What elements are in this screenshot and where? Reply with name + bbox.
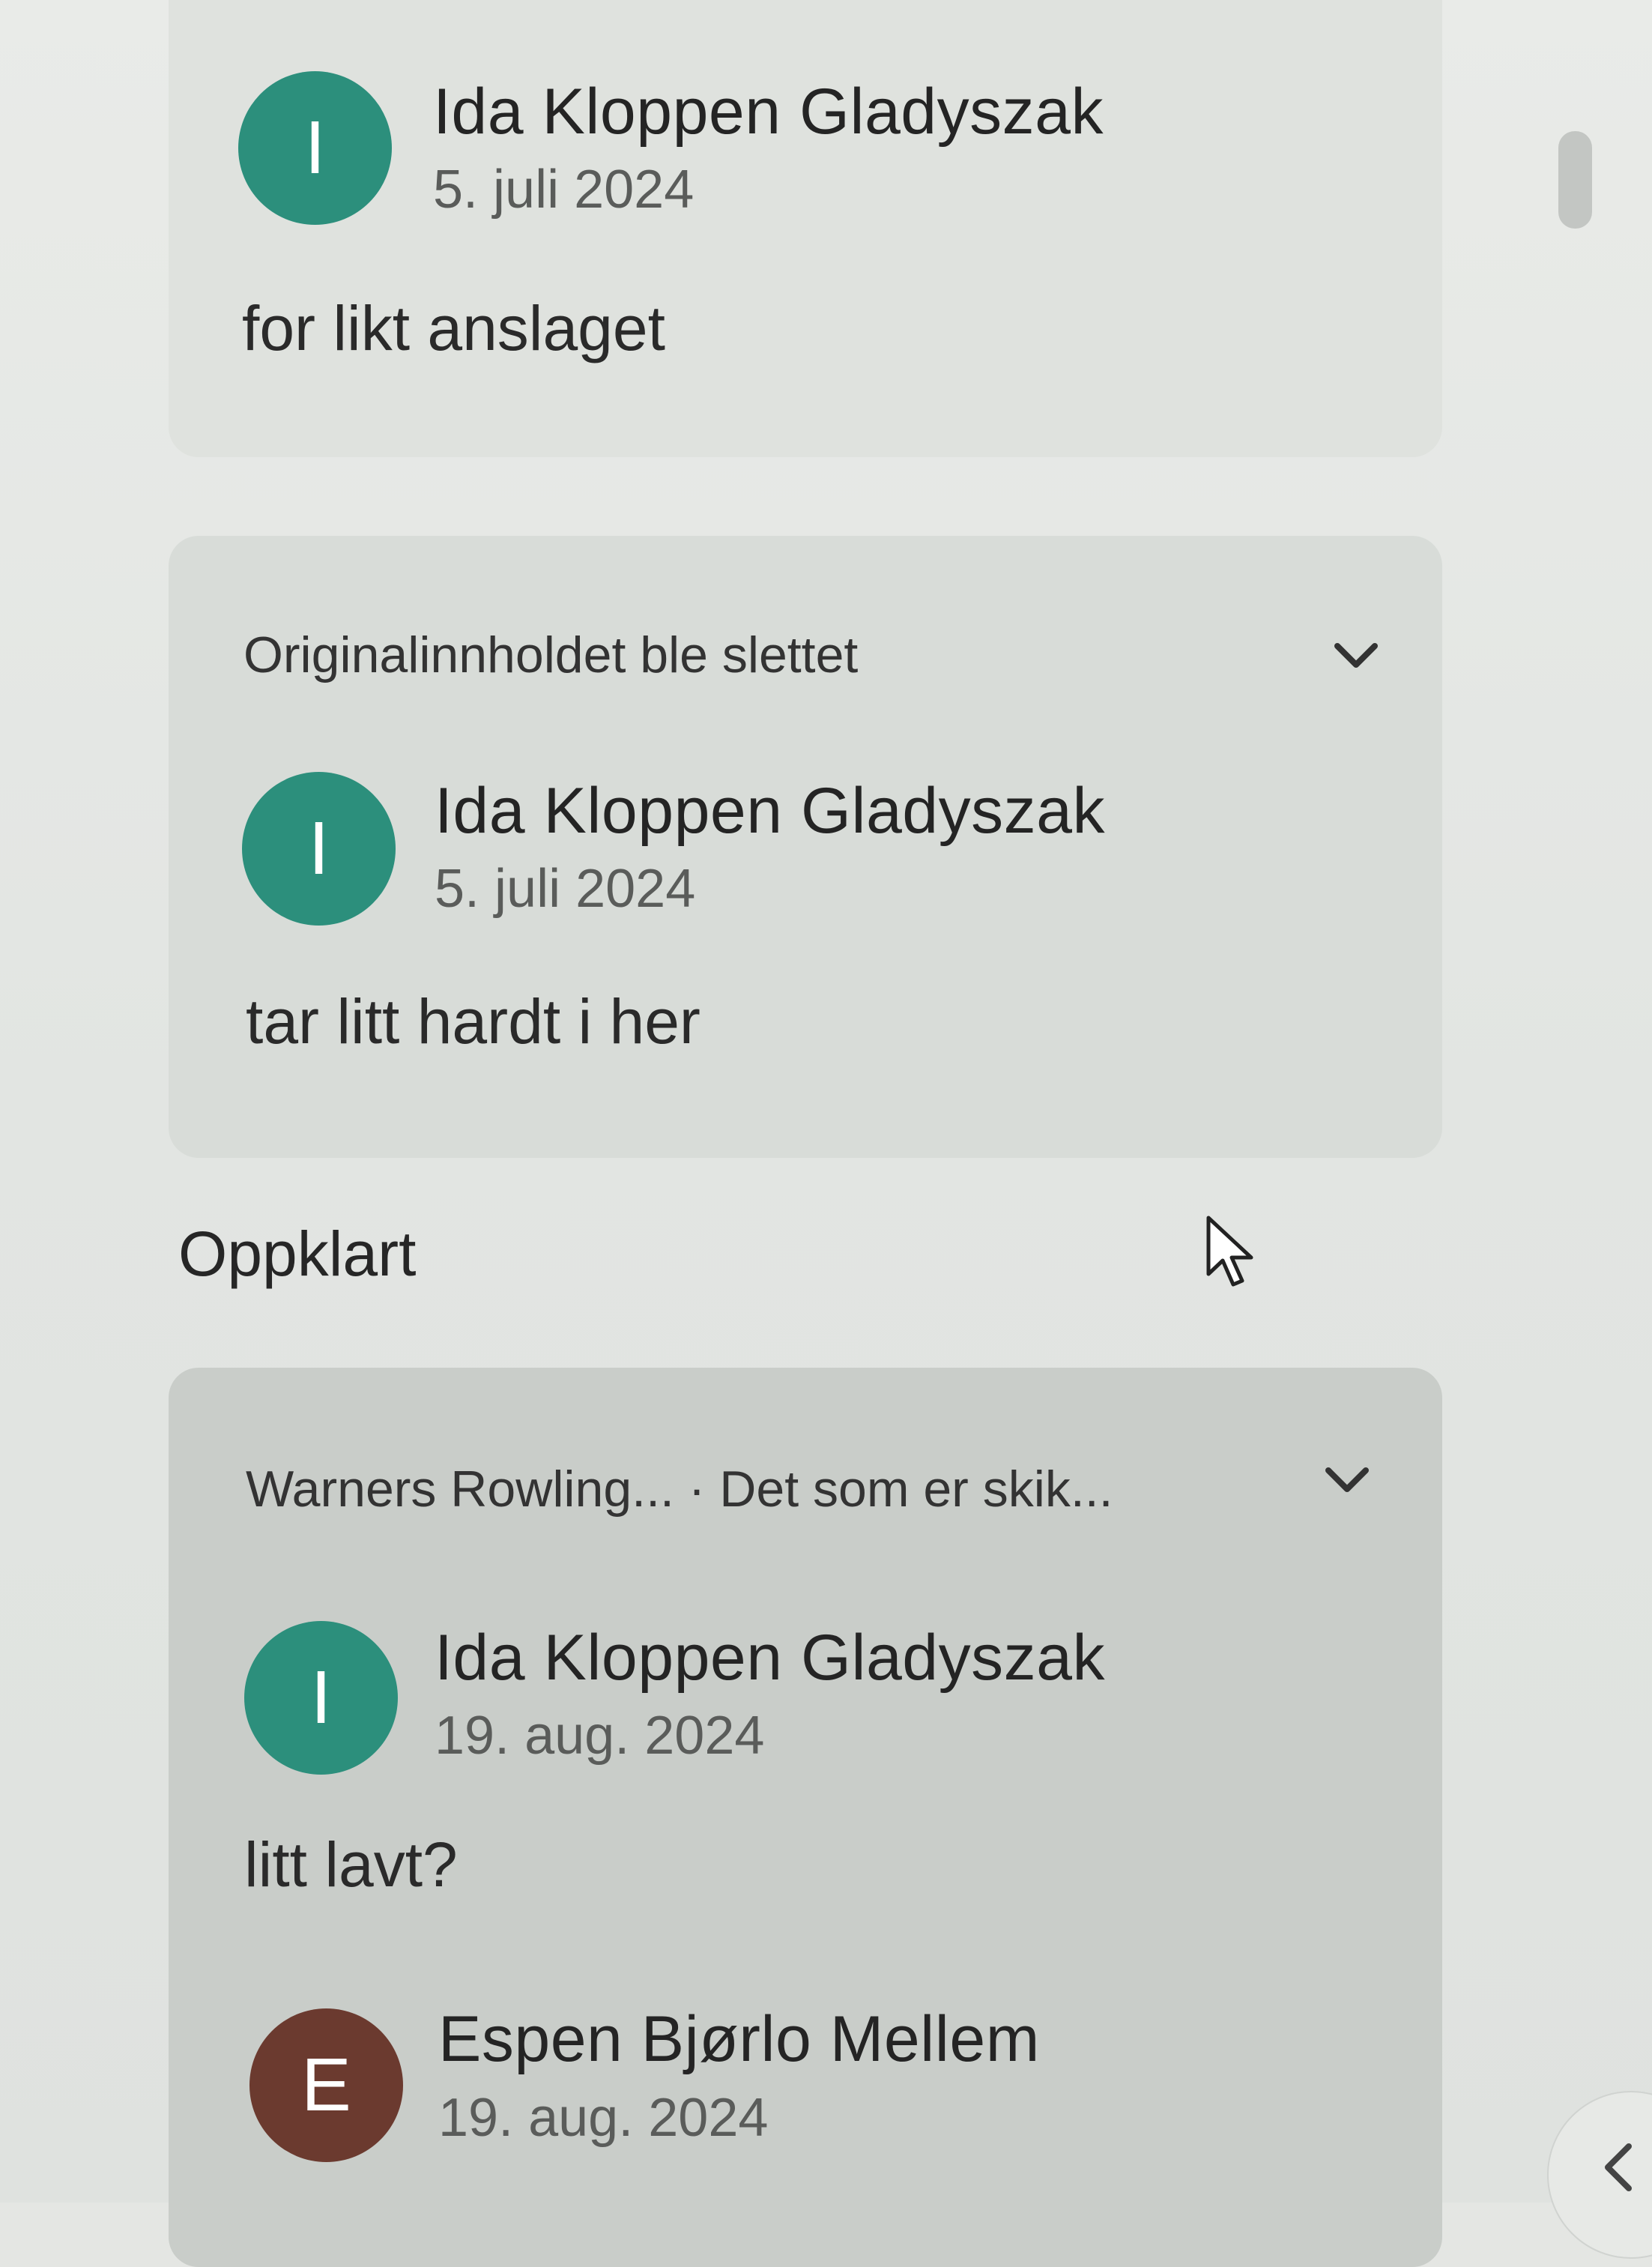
avatar: I: [238, 71, 392, 225]
avatar-initial: I: [304, 106, 326, 190]
chevron-down-icon[interactable]: [1321, 1454, 1373, 1506]
scrollbar-thumb[interactable]: [1558, 131, 1592, 229]
avatar: I: [242, 772, 396, 926]
avatar: E: [249, 2008, 403, 2162]
comment-author: Ida Kloppen Gladyszak: [433, 76, 1104, 148]
comment-author: Espen Bjørlo Mellem: [438, 2003, 1040, 2075]
comment-author: Ida Kloppen Gladyszak: [435, 775, 1105, 847]
avatar-initial: I: [310, 1655, 332, 1739]
comment-text: for likt anslaget: [242, 293, 665, 363]
comment-date: 19. aug. 2024: [438, 2088, 769, 2148]
comment-date: 19. aug. 2024: [435, 1706, 765, 1766]
avatar-initial: E: [301, 2043, 351, 2127]
avatar-initial: I: [308, 806, 330, 890]
chevron-down-icon[interactable]: [1330, 630, 1382, 682]
comment-text: litt lavt?: [244, 1829, 458, 1900]
comment-text: tar litt hardt i her: [246, 986, 701, 1057]
comment-thread-card[interactable]: [169, 0, 1442, 457]
comment-author: Ida Kloppen Gladyszak: [435, 1622, 1105, 1694]
thread-anchor-text: Originalinnholdet ble slettet: [243, 627, 859, 683]
comment-date: 5. juli 2024: [435, 859, 696, 919]
thread-anchor-text: Warners Rowling... · Det som er skik...: [246, 1461, 1113, 1518]
section-title-resolved: Oppklart: [178, 1219, 417, 1289]
mouse-pointer-icon: [1206, 1216, 1253, 1287]
collapse-sidebar-button[interactable]: [1547, 2091, 1652, 2259]
avatar: I: [244, 1621, 398, 1775]
comment-date: 5. juli 2024: [433, 160, 695, 220]
chevron-left-icon: [1605, 2143, 1632, 2191]
comments-panel: I Ida Kloppen Gladyszak 5. juli 2024 for…: [0, 0, 1652, 2267]
